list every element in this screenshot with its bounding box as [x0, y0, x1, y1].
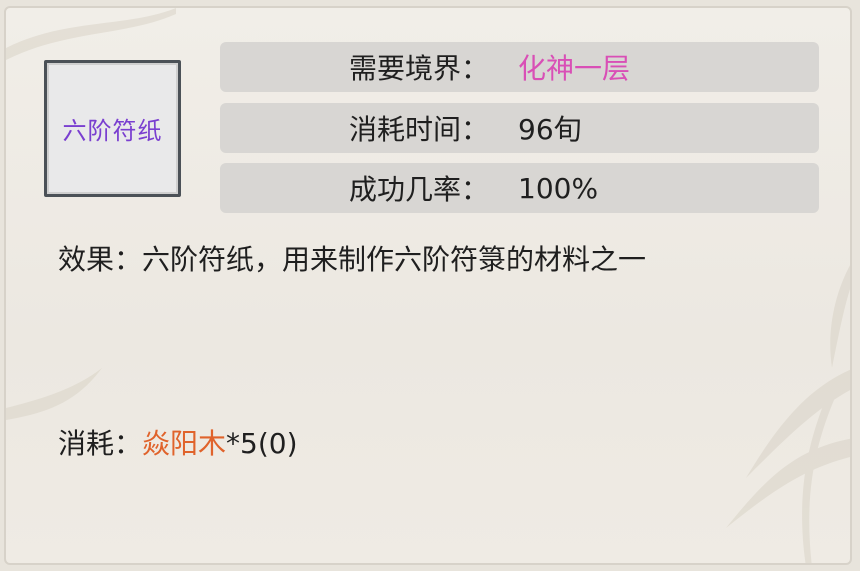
cost-label: 消耗： [58, 427, 143, 460]
cost-material-name[interactable]: 焱阳木 [142, 427, 226, 460]
requirement-row-time: 消耗时间： 96旬 [220, 103, 819, 153]
effect-label: 效果： [58, 243, 143, 276]
item-name-label: 六阶符纸 [62, 117, 163, 145]
recipe-detail-panel: 六阶符纸 需要境界： 化神一层 消耗时间： 96旬 成功几率： 100% 效果：… [4, 6, 852, 565]
success-rate-value: 100% [518, 171, 599, 205]
time-label: 消耗时间： [348, 113, 489, 146]
material-cost: 消耗：焱阳木*5(0) [58, 422, 298, 462]
effect-description: 效果：六阶符纸，用来制作六阶符箓的材料之一 [58, 238, 646, 278]
requirement-row-success-rate: 成功几率： 100% [220, 163, 819, 213]
time-value: 96旬 [518, 113, 582, 146]
requirement-row-realm: 需要境界： 化神一层 [220, 42, 819, 92]
realm-value: 化神一层 [518, 52, 631, 85]
cost-amount: *5(0) [226, 427, 298, 460]
effect-text: 六阶符纸，用来制作六阶符箓的材料之一 [142, 243, 647, 276]
realm-label: 需要境界： [348, 52, 489, 85]
success-rate-label: 成功几率： [348, 173, 489, 206]
item-icon-slot[interactable]: 六阶符纸 [44, 60, 181, 197]
